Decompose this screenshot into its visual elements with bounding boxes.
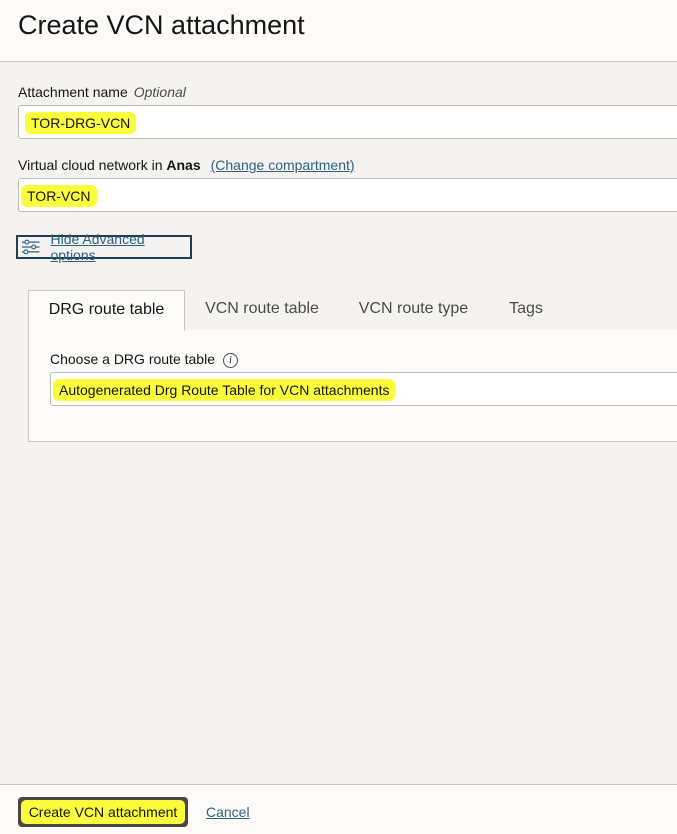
tab-vcn-route-table[interactable]: VCN route table bbox=[193, 290, 331, 330]
change-compartment-link[interactable]: (Change compartment) bbox=[211, 157, 355, 173]
info-icon[interactable]: i bbox=[222, 352, 238, 368]
vcn-value: TOR-VCN bbox=[21, 185, 97, 207]
create-vcn-attachment-label: Create VCN attachment bbox=[20, 800, 186, 824]
attachment-name-value: TOR-DRG-VCN bbox=[25, 112, 137, 134]
tab-drg-route-table[interactable]: DRG route table bbox=[28, 290, 185, 331]
page-title: Create VCN attachment bbox=[18, 10, 305, 40]
tab-vcn-route-type[interactable]: VCN route type bbox=[346, 290, 481, 330]
advanced-options-panel: DRG route table VCN route table VCN rout… bbox=[28, 290, 677, 442]
sliders-icon bbox=[21, 239, 40, 255]
tab-tags[interactable]: Tags bbox=[496, 290, 556, 330]
attachment-name-label: Attachment name Optional bbox=[18, 84, 186, 100]
optional-tag: Optional bbox=[133, 84, 186, 100]
page-header: Create VCN attachment bbox=[0, 0, 677, 62]
hide-advanced-options-toggle[interactable]: Hide Advanced options bbox=[16, 231, 192, 263]
drg-route-table-select[interactable]: Autogenerated Drg Route Table for VCN at… bbox=[50, 372, 677, 406]
cancel-link[interactable]: Cancel bbox=[206, 804, 250, 820]
form-footer: Create VCN attachment Cancel bbox=[0, 784, 677, 834]
drg-route-table-value: Autogenerated Drg Route Table for VCN at… bbox=[53, 379, 396, 401]
advanced-tabs: DRG route table VCN route table VCN rout… bbox=[28, 290, 677, 331]
compartment-name: Anas bbox=[166, 157, 201, 173]
drg-route-table-tab-panel: Choose a DRG route table i Autogenerated … bbox=[28, 330, 677, 442]
vcn-select[interactable]: TOR-VCN bbox=[18, 178, 677, 212]
attachment-name-input[interactable]: TOR-DRG-VCN bbox=[18, 105, 677, 139]
drg-route-table-label: Choose a DRG route table i bbox=[50, 351, 238, 368]
create-vcn-attachment-button[interactable]: Create VCN attachment bbox=[18, 797, 188, 827]
vcn-label: Virtual cloud network in Anas (Change com… bbox=[18, 157, 355, 173]
hide-advanced-options-label: Hide Advanced options bbox=[50, 231, 145, 263]
